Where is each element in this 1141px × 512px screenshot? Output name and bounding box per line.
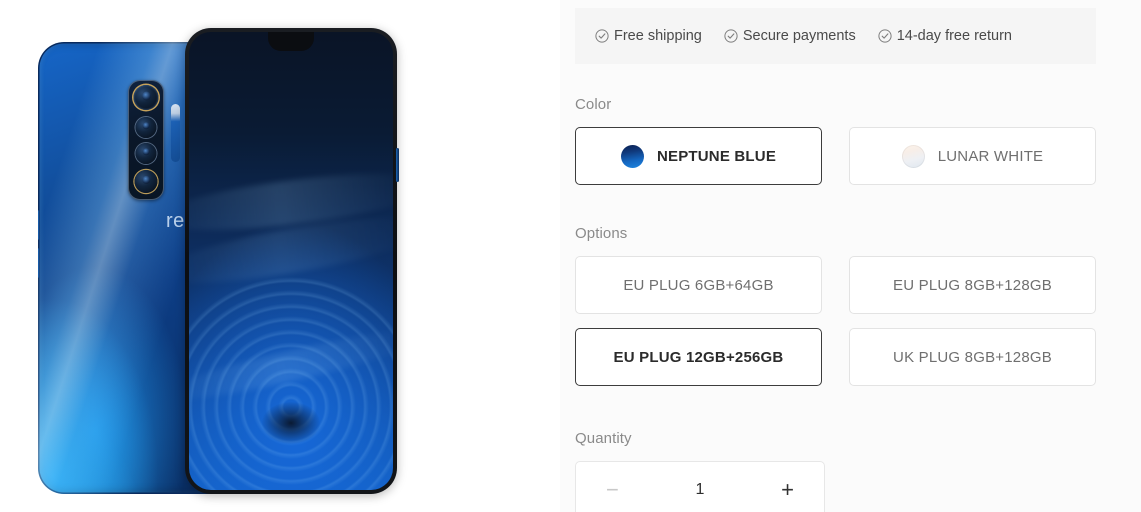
camera-lens-ultrawide	[135, 117, 157, 138]
color-section: Color NEPTUNE BLUE LUNAR WHITE	[575, 96, 1096, 185]
camera-lens-main	[133, 85, 159, 110]
check-circle-icon	[595, 29, 609, 43]
phone-front-view	[185, 28, 399, 494]
product-image-smartphone-pair: realme	[0, 0, 440, 512]
option-eu-plug-12gb-256gb[interactable]: EU PLUG 12GB+256GB	[575, 328, 822, 386]
wallpaper-wave	[189, 162, 393, 242]
camera-lens-macro	[134, 170, 158, 193]
color-option-lunar-white[interactable]: LUNAR WHITE	[849, 127, 1096, 185]
option-label: EU PLUG 8GB+128GB	[893, 276, 1052, 294]
color-option-label: LUNAR WHITE	[937, 147, 1044, 165]
phone-screen	[189, 32, 393, 490]
quantity-section: Quantity − 1 +	[575, 430, 1096, 512]
assurance-label: 14-day free return	[896, 28, 1012, 44]
quantity-stepper: − 1 +	[575, 461, 825, 512]
options-section: Options EU PLUG 6GB+64GB EU PLUG 8GB+128…	[575, 225, 1096, 386]
quantity-decrement-button[interactable]: −	[600, 479, 625, 501]
options-section-label: Options	[575, 225, 628, 242]
color-swatch-neptune-blue-icon	[620, 144, 644, 168]
product-detail-page: realme	[0, 0, 1141, 512]
option-uk-plug-8gb-128gb[interactable]: UK PLUG 8GB+128GB	[849, 328, 1096, 386]
option-eu-plug-8gb-128gb[interactable]: EU PLUG 8GB+128GB	[849, 256, 1096, 314]
camera-flash-icon	[171, 104, 180, 162]
volume-down-button-icon	[38, 248, 39, 278]
color-option-label: NEPTUNE BLUE	[656, 147, 777, 165]
color-section-label: Color	[575, 96, 612, 113]
wallpaper-ripple	[189, 272, 393, 490]
wallpaper-wave	[189, 318, 393, 412]
power-button-icon	[396, 148, 399, 182]
waterdrop-notch	[268, 32, 314, 51]
quantity-value[interactable]: 1	[685, 481, 715, 499]
option-eu-plug-6gb-64gb[interactable]: EU PLUG 6GB+64GB	[575, 256, 822, 314]
option-label: EU PLUG 6GB+64GB	[623, 276, 774, 294]
options-grid: EU PLUG 6GB+64GB EU PLUG 8GB+128GB EU PL…	[575, 256, 1096, 386]
camera-lens-telephoto	[135, 143, 157, 164]
wallpaper-wave	[189, 203, 393, 297]
rear-camera-module	[128, 80, 164, 200]
check-circle-icon	[878, 29, 892, 43]
quantity-increment-button[interactable]: +	[775, 479, 800, 501]
option-label: UK PLUG 8GB+128GB	[893, 348, 1052, 366]
wallpaper-core	[262, 402, 320, 444]
assurance-item-secure-payments: Secure payments	[724, 28, 856, 44]
color-option-grid: NEPTUNE BLUE LUNAR WHITE	[575, 127, 1096, 185]
quantity-section-label: Quantity	[575, 430, 632, 447]
assurance-banner: Free shipping Secure payments 14-day fre…	[575, 8, 1096, 64]
option-label: EU PLUG 12GB+256GB	[613, 348, 784, 366]
assurance-label: Free shipping	[614, 28, 702, 44]
check-circle-icon	[724, 29, 738, 43]
product-options-panel: Free shipping Secure payments 14-day fre…	[560, 0, 1141, 512]
product-gallery: realme	[0, 0, 560, 512]
assurance-label: Secure payments	[742, 28, 856, 44]
color-option-neptune-blue[interactable]: NEPTUNE BLUE	[575, 127, 822, 185]
color-swatch-lunar-white-icon	[901, 144, 925, 168]
assurance-item-free-return: 14-day free return	[878, 28, 1012, 44]
assurance-item-free-shipping: Free shipping	[595, 28, 702, 44]
volume-up-button-icon	[38, 210, 39, 240]
